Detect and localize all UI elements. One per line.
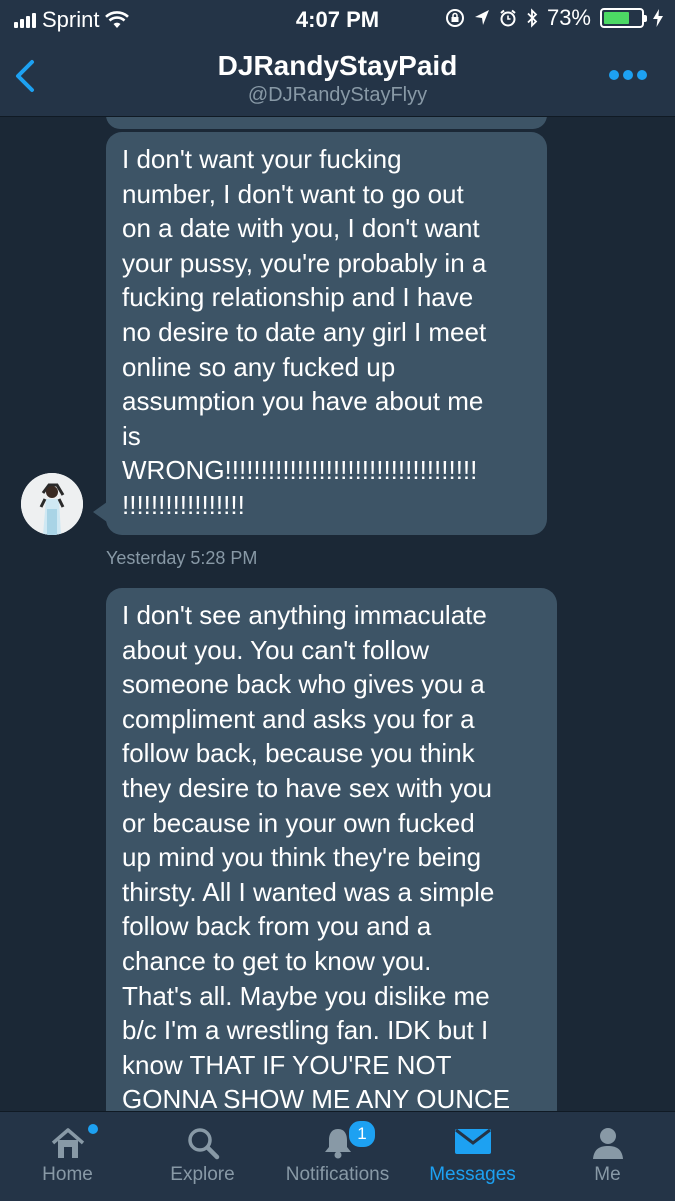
- tab-bar: Home Explore 1 Notifications Messages Me: [0, 1111, 675, 1201]
- more-options-icon[interactable]: [609, 70, 647, 80]
- avatar-image: [21, 473, 83, 535]
- bluetooth-icon: [527, 8, 538, 28]
- bubble-tail: [93, 502, 107, 522]
- message-bubble: I don't want your fucking number, I don'…: [106, 132, 547, 535]
- home-icon: [51, 1128, 84, 1158]
- battery-percent: 73%: [546, 5, 591, 30]
- person-icon: [592, 1128, 623, 1159]
- tab-me[interactable]: Me: [540, 1112, 675, 1201]
- alarm-icon: [500, 9, 516, 27]
- conversation-handle: @DJRandyStayFlyy: [247, 84, 428, 106]
- envelope-icon: [454, 1128, 491, 1154]
- message-timestamp: Yesterday 5:28 PM: [106, 548, 258, 568]
- message-bubble: I don't see anything immaculate about yo…: [106, 588, 557, 1111]
- tab-notifications[interactable]: 1 Notifications: [270, 1112, 405, 1201]
- conversation-header: DJRandyStayPaid @DJRandyStayFlyy: [0, 40, 675, 117]
- status-indicators: 73%: [445, 5, 663, 31]
- tab-label: Explore: [170, 1164, 235, 1185]
- notification-badge: 1: [347, 1119, 377, 1149]
- status-bar: Sprint 4:07 PM 73%: [0, 0, 675, 40]
- previous-message-bubble: [106, 117, 547, 129]
- lock-rotation-icon: [445, 9, 464, 27]
- tab-label: Home: [42, 1164, 93, 1185]
- conversation-title: DJRandyStayPaid: [217, 50, 458, 81]
- location-icon: [474, 10, 489, 25]
- message-thread[interactable]: I don't want your fucking number, I don'…: [0, 117, 675, 1111]
- search-icon: [187, 1128, 219, 1160]
- tab-label: Messages: [429, 1164, 516, 1185]
- home-new-dot: [88, 1124, 98, 1134]
- tab-messages[interactable]: Messages: [405, 1112, 540, 1201]
- tab-label: Me: [594, 1164, 621, 1185]
- charging-icon: [653, 9, 663, 27]
- avatar[interactable]: [21, 473, 83, 535]
- battery-icon: [600, 8, 647, 28]
- tab-home[interactable]: Home: [0, 1112, 135, 1201]
- tab-explore[interactable]: Explore: [135, 1112, 270, 1201]
- tab-label: Notifications: [285, 1164, 390, 1185]
